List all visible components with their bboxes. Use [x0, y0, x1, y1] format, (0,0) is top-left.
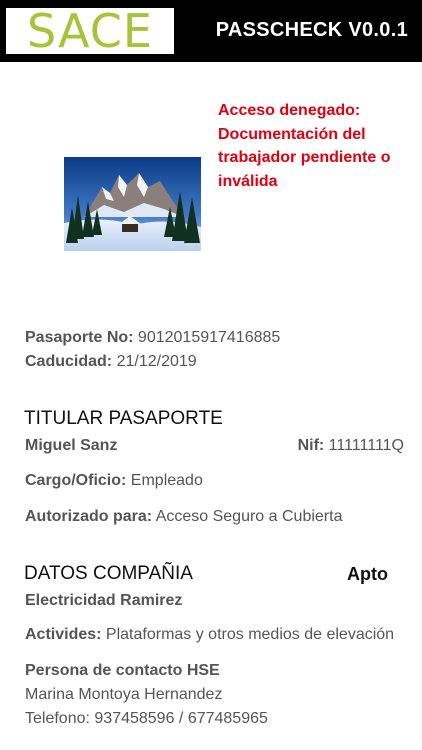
- activities-label: Activides:: [25, 626, 102, 643]
- company-name: Electricidad Ramirez: [25, 592, 183, 609]
- expiry-value: 21/12/2019: [116, 353, 197, 370]
- expiry-label: Caducidad:: [25, 353, 113, 370]
- contact-label-row: Persona de contacto HSE: [25, 662, 220, 680]
- company-status-badge: Apto: [347, 564, 388, 584]
- worker-photo: [64, 157, 201, 251]
- nif-row: Nif: 11111111Q: [298, 437, 404, 455]
- holder-name-row: Miguel Sanz: [25, 437, 117, 455]
- passport-number-value: 9012015917416885: [137, 329, 281, 346]
- holder-name: Miguel Sanz: [25, 437, 118, 454]
- role-value: Empleado: [130, 472, 203, 489]
- activities-value: Plataformas y otros medios de elevación: [105, 626, 395, 643]
- logo-text: SACE: [27, 8, 153, 54]
- access-denied-line: trabajador pendiente o: [218, 149, 391, 166]
- passport-number-row: Pasaporte No: 9012015917416885: [25, 329, 280, 347]
- app-title: PASSCHECK V0.0.1: [215, 19, 408, 41]
- phone-label: Telefono:: [25, 710, 90, 727]
- contact-name: Marina Montoya Hernandez: [25, 686, 223, 703]
- sace-logo: SACE: [6, 8, 174, 54]
- authorized-value: Acceso Seguro a Cubierta: [155, 508, 343, 525]
- role-row: Cargo/Oficio: Empleado: [25, 472, 203, 490]
- company-heading: DATOS COMPAÑIA: [24, 563, 193, 584]
- winter-landscape-icon: [64, 157, 201, 251]
- company-name-row: Electricidad Ramirez: [25, 592, 182, 610]
- phone-row: Telefono: 937458596 / 677485965: [25, 710, 268, 728]
- role-label: Cargo/Oficio:: [25, 472, 127, 489]
- nif-value: 11111111Q: [328, 437, 404, 454]
- access-denied-line: inválida: [218, 172, 278, 190]
- app-header: SACE PASSCHECK V0.0.1: [0, 0, 422, 62]
- passport-number-label: Pasaporte No:: [25, 329, 134, 346]
- activities-row: Activides: Plataformas y otros medios de…: [25, 626, 394, 644]
- contact-label: Persona de contacto HSE: [25, 662, 220, 679]
- nif-label: Nif:: [297, 437, 325, 454]
- holder-heading: TITULAR PASAPORTE: [24, 408, 223, 429]
- phone-value: 937458596 / 677485965: [94, 710, 268, 727]
- access-denied-line: Acceso denegado:: [218, 102, 361, 119]
- authorized-row: Autorizado para: Acceso Seguro a Cubiert…: [25, 508, 342, 526]
- expiry-row: Caducidad: 21/12/2019: [25, 353, 197, 371]
- authorized-label: Autorizado para:: [25, 508, 153, 525]
- access-denied-line: Documentación del: [218, 125, 366, 143]
- access-denied-message: Acceso denegado: Documentación del traba…: [218, 99, 414, 193]
